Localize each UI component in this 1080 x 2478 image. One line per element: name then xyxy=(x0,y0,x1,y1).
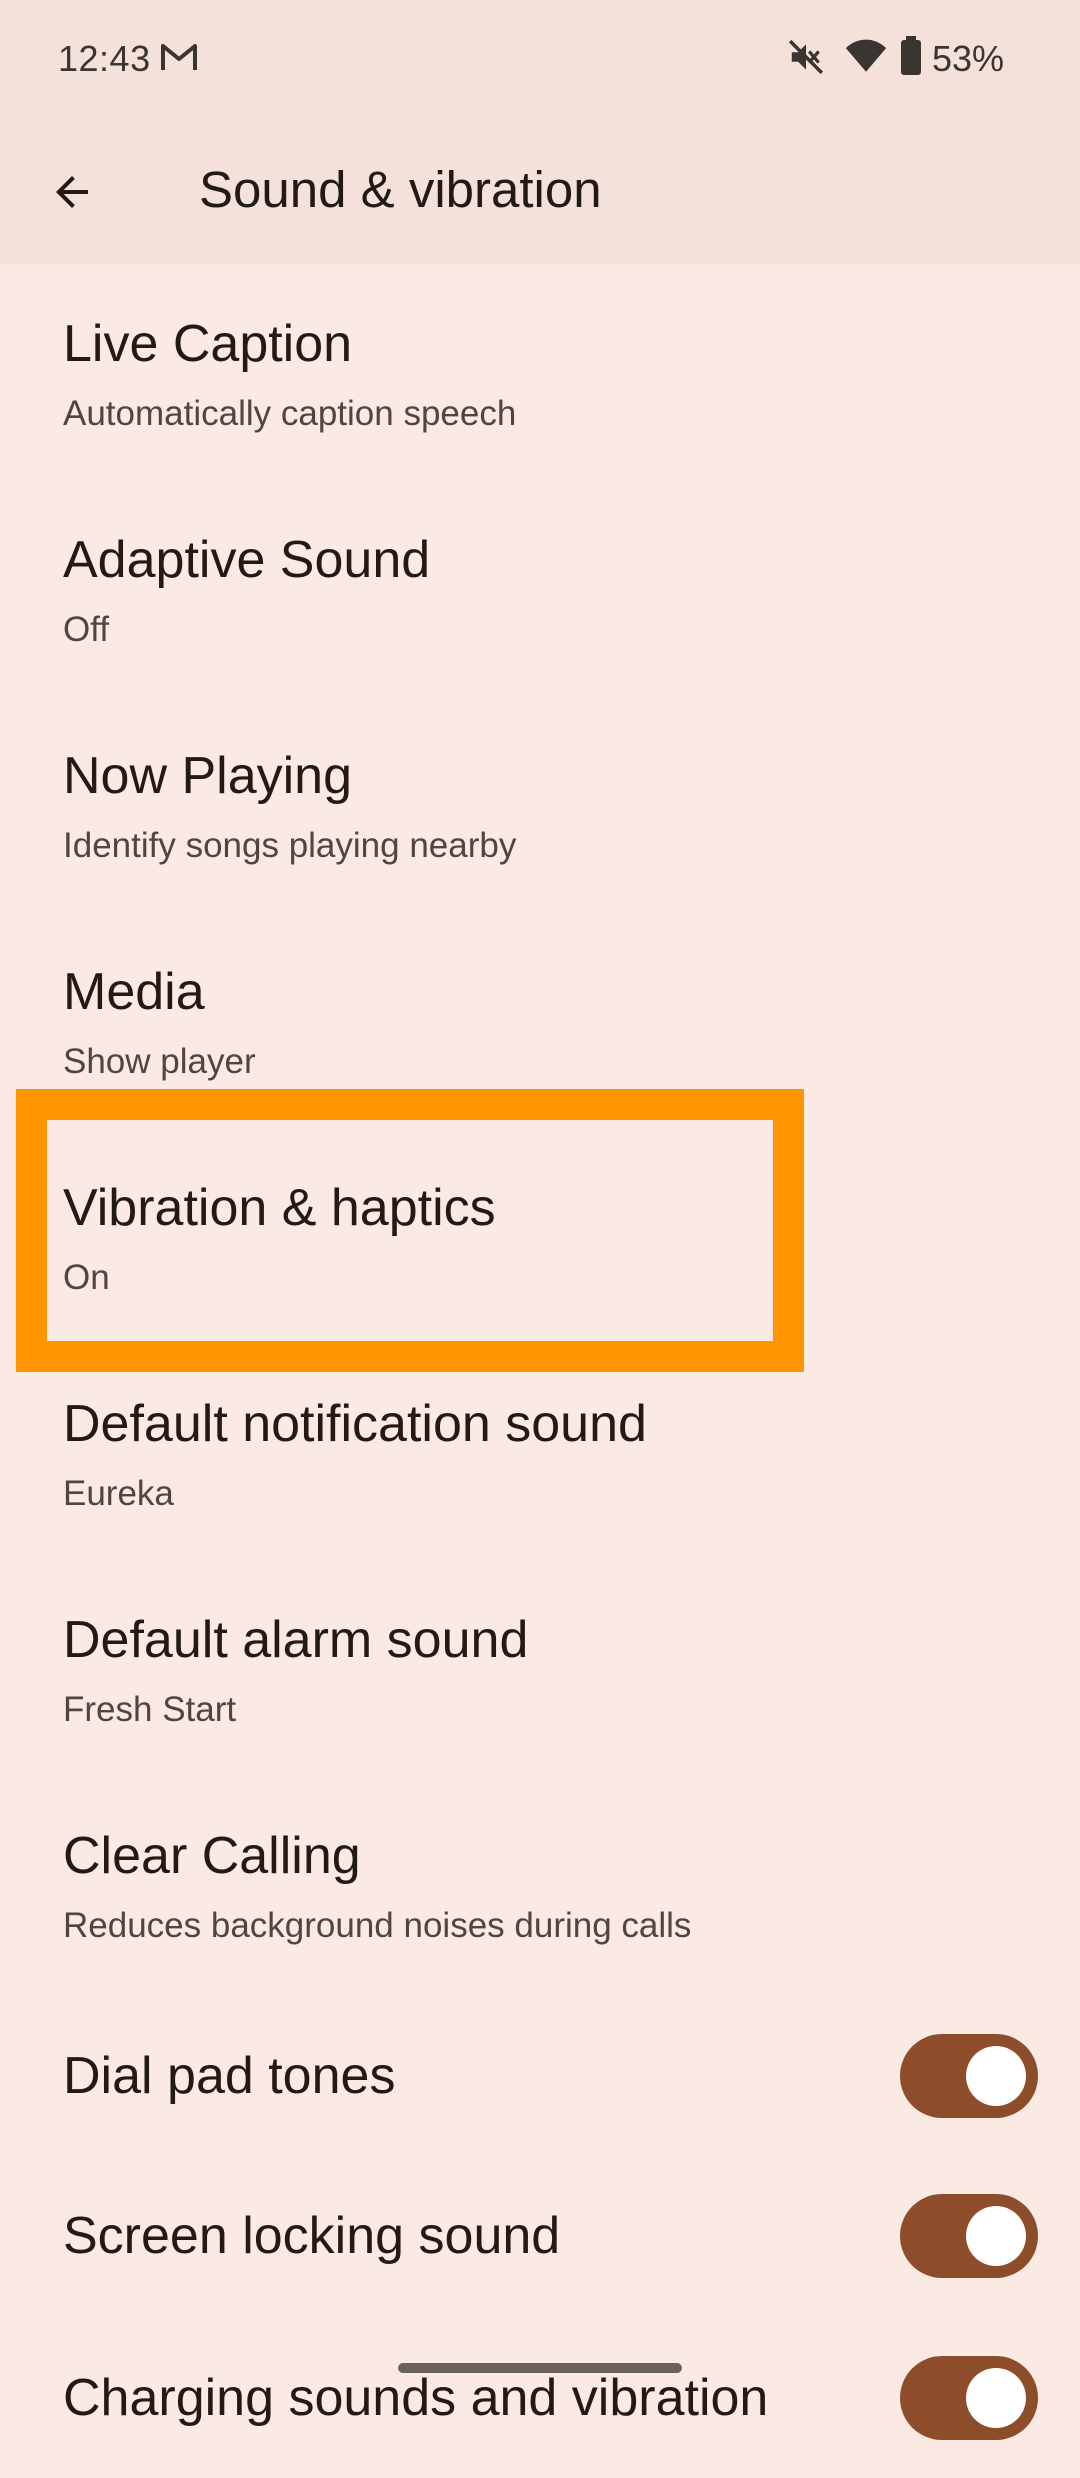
switch-thumb xyxy=(966,2046,1026,2106)
setting-title: Adaptive Sound xyxy=(63,531,431,589)
setting-title: Dial pad tones xyxy=(63,2047,396,2105)
dial-pad-tones-switch[interactable] xyxy=(900,2034,1038,2118)
setting-summary: Automatically caption speech xyxy=(63,394,517,433)
mute-icon xyxy=(787,38,825,76)
page-title: Sound & vibration xyxy=(199,161,602,218)
setting-media[interactable]: Media Show player xyxy=(0,912,1080,1128)
setting-title: Charging sounds and vibration xyxy=(63,2369,769,2427)
setting-charging-sounds-vibration[interactable]: Charging sounds and vibration xyxy=(0,2318,1080,2478)
setting-summary: Reduces background noises during calls xyxy=(63,1906,692,1945)
switch-thumb xyxy=(966,2206,1026,2266)
gesture-nav-handle[interactable] xyxy=(398,2363,682,2373)
back-button[interactable] xyxy=(40,160,104,224)
setting-title: Default notification sound xyxy=(63,1395,647,1453)
setting-title: Clear Calling xyxy=(63,1827,361,1885)
setting-summary: Fresh Start xyxy=(63,1690,237,1729)
arrow-back-icon xyxy=(56,176,88,208)
battery-icon xyxy=(900,36,922,76)
setting-summary: Show player xyxy=(63,1042,256,1081)
setting-title: Media xyxy=(63,963,205,1021)
setting-title: Live Caption xyxy=(63,315,353,373)
setting-title: Now Playing xyxy=(63,747,353,805)
switch-thumb xyxy=(966,2368,1026,2428)
battery-percent: 53% xyxy=(932,38,1005,79)
setting-title: Default alarm sound xyxy=(63,1611,529,1669)
setting-title: Screen locking sound xyxy=(63,2207,561,2265)
setting-summary: Identify songs playing nearby xyxy=(63,826,517,865)
wifi-icon xyxy=(845,38,887,74)
setting-live-caption[interactable]: Live Caption Automatically caption speec… xyxy=(0,264,1080,480)
status-bar: 12:43 53% xyxy=(0,0,1080,118)
setting-screen-locking-sound[interactable]: Screen locking sound xyxy=(0,2156,1080,2316)
app-bar: Sound & vibration xyxy=(0,118,1080,264)
gmail-icon xyxy=(160,42,198,72)
setting-dial-pad-tones[interactable]: Dial pad tones xyxy=(0,1996,1080,2156)
screen-locking-sound-switch[interactable] xyxy=(900,2194,1038,2278)
setting-default-notification-sound[interactable]: Default notification sound Eureka xyxy=(0,1344,1080,1560)
charging-sounds-switch[interactable] xyxy=(900,2356,1038,2440)
setting-adaptive-sound[interactable]: Adaptive Sound Off xyxy=(0,480,1080,696)
setting-summary: Off xyxy=(63,610,110,649)
setting-vibration-haptics[interactable]: Vibration & haptics On xyxy=(0,1128,1080,1344)
setting-clear-calling[interactable]: Clear Calling Reduces background noises … xyxy=(0,1776,1080,1992)
setting-summary: On xyxy=(63,1258,110,1297)
setting-default-alarm-sound[interactable]: Default alarm sound Fresh Start xyxy=(0,1560,1080,1776)
status-time: 12:43 xyxy=(58,38,151,79)
setting-now-playing[interactable]: Now Playing Identify songs playing nearb… xyxy=(0,696,1080,912)
setting-summary: Eureka xyxy=(63,1474,174,1513)
setting-title: Vibration & haptics xyxy=(63,1179,496,1237)
